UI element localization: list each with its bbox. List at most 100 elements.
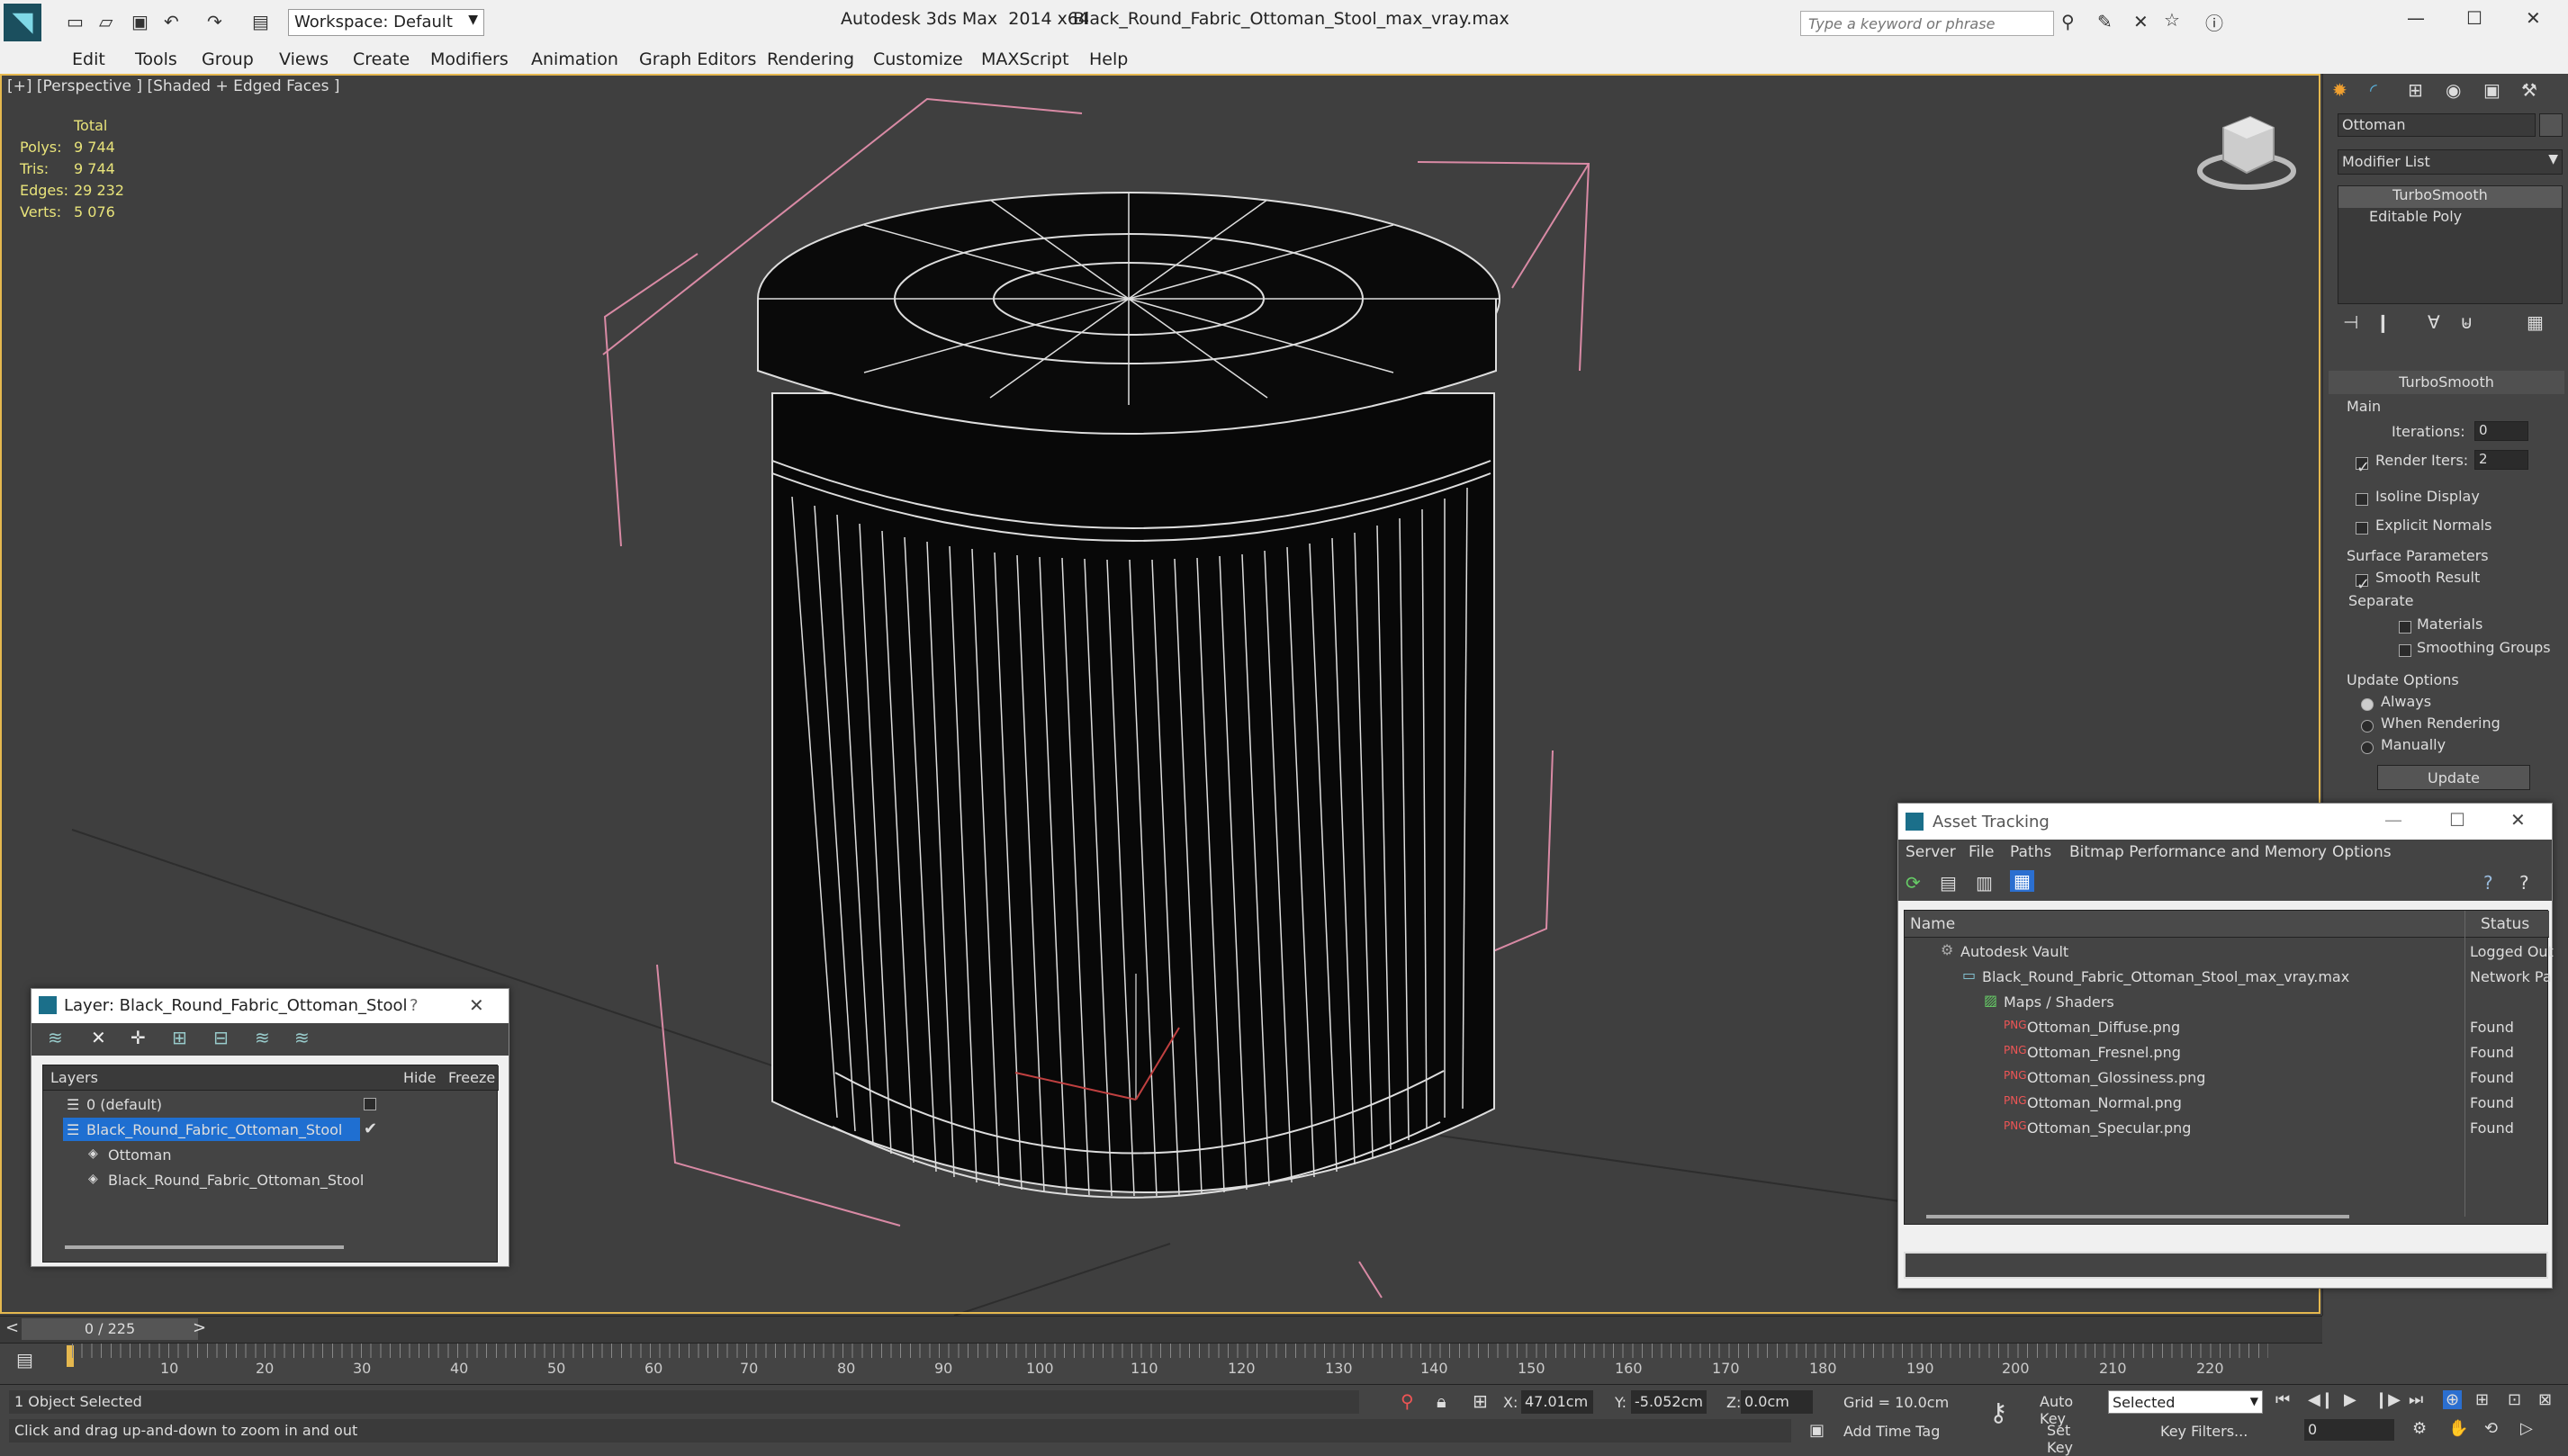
asset-row[interactable]: PNG Ottoman_Glossiness.png Found	[1905, 1065, 2549, 1091]
pin-stack-icon[interactable]: ⊣	[2343, 311, 2358, 333]
search-box[interactable]	[1800, 11, 2054, 36]
maximize-icon[interactable]: ☐	[2466, 7, 2482, 29]
time-slider[interactable]: < 0 / 225 >	[0, 1316, 2322, 1343]
frame-field[interactable]: 0	[2304, 1419, 2394, 1441]
asset-scrollbar[interactable]	[1926, 1215, 2349, 1218]
delete-layer-icon[interactable]: ✕	[91, 1027, 106, 1048]
go-to-end-icon[interactable]: ⏭	[2409, 1390, 2423, 1409]
exchange-icon[interactable]: ✕	[2133, 11, 2149, 32]
col-status[interactable]: Status	[2481, 915, 2529, 933]
menu-rendering[interactable]: Rendering	[767, 49, 854, 69]
y-coord-field[interactable]: -5.052cm	[1631, 1390, 1707, 1414]
make-unique-icon[interactable]: ∀	[2428, 311, 2440, 333]
hierarchy-tab-icon[interactable]: ⊞	[2408, 79, 2423, 101]
fov-icon[interactable]: ▷	[2520, 1419, 2533, 1438]
create-tab-icon[interactable]: ✹	[2332, 79, 2347, 101]
asset-row[interactable]: PNG Ottoman_Fresnel.png Found	[1905, 1040, 2549, 1065]
table-view-icon[interactable]: ▦	[2010, 870, 2034, 892]
play-icon[interactable]: ▶	[2344, 1390, 2356, 1409]
previous-frame-icon[interactable]: ◀❙	[2308, 1390, 2334, 1409]
asset-row[interactable]: PNG Ottoman_Diffuse.png Found	[1905, 1015, 2549, 1040]
help-icon[interactable]: ⓘ	[2205, 9, 2223, 35]
asset-menu-server[interactable]: Server	[1906, 843, 1956, 861]
layer-row[interactable]: ◈ Ottoman	[43, 1143, 499, 1168]
menu-modifiers[interactable]: Modifiers	[430, 49, 509, 69]
col-name[interactable]: Name	[1910, 915, 1955, 933]
set-key-button[interactable]: Set Key	[2043, 1419, 2103, 1456]
add-time-tag-icon[interactable]: ▣	[1809, 1421, 1825, 1440]
zoom-all-icon[interactable]: ⊞	[2475, 1390, 2489, 1409]
x-coord-field[interactable]: 47.01cm	[1521, 1390, 1593, 1414]
menu-create[interactable]: Create	[353, 49, 410, 69]
layer-help-icon[interactable]: ?	[410, 996, 419, 1015]
isolate-icon[interactable]: ⚲	[1401, 1390, 1414, 1412]
col-hide[interactable]: Hide	[403, 1069, 436, 1086]
col-freeze[interactable]: Freeze	[448, 1069, 495, 1086]
set-key-icon[interactable]: ⚷	[1989, 1398, 2008, 1427]
zoom-icon[interactable]: ⊕	[2443, 1390, 2463, 1409]
radio-when-rendering[interactable]	[2361, 716, 2374, 735]
viewport-label[interactable]: [+] [Perspective ] [Shaded + Edged Faces…	[7, 77, 339, 95]
menu-customize[interactable]: Customize	[873, 49, 963, 69]
asset-menu-options[interactable]: Options	[2332, 843, 2392, 861]
stack-item-turbosmooth[interactable]: TurboSmooth	[2338, 186, 2562, 208]
search-input[interactable]	[1801, 12, 2053, 35]
cbx-smooth-result[interactable]: ✓	[2356, 571, 2370, 594]
redo-icon[interactable]: ↷	[207, 11, 222, 32]
maximize-icon[interactable]: ☐	[2449, 809, 2465, 831]
layer-row[interactable]: ◈ Black_Round_Fabric_Ottoman_Stool	[43, 1168, 499, 1193]
refresh-icon[interactable]: ⟳	[1906, 872, 1921, 894]
modify-tab-icon[interactable]: ◜	[2370, 79, 2377, 101]
help-icon[interactable]: ?	[2483, 872, 2493, 894]
open-file-icon[interactable]: ▱	[99, 11, 113, 32]
layer-window-titlebar[interactable]: Layer: Black_Round_Fabric_Ottoman_Stool …	[32, 989, 509, 1023]
orbit-icon[interactable]: ⟲	[2484, 1419, 2498, 1438]
object-color-swatch[interactable]	[2539, 113, 2563, 137]
menu-tools[interactable]: Tools	[135, 49, 177, 69]
time-config-icon[interactable]: ⚙	[2412, 1419, 2427, 1438]
communication-icon[interactable]: ✎	[2097, 11, 2113, 32]
iterations-spinner[interactable]: 0	[2474, 421, 2528, 441]
col-layers[interactable]: Layers	[50, 1069, 98, 1086]
undo-icon[interactable]: ↶	[164, 11, 179, 32]
asset-row[interactable]: ▭ Black_Round_Fabric_Ottoman_Stool_max_v…	[1905, 965, 2552, 990]
pan-icon[interactable]: ✋	[2448, 1419, 2468, 1438]
highlight-layer-icon[interactable]: ⊟	[213, 1027, 229, 1048]
cbx-materials[interactable]	[2399, 617, 2411, 636]
turbosmooth-rollout-header[interactable]: TurboSmooth	[2329, 371, 2564, 394]
cbx-render-iters[interactable]: ✓	[2356, 454, 2370, 477]
save-file-icon[interactable]: ▣	[131, 11, 149, 32]
time-slider-thumb[interactable]: 0 / 225	[22, 1318, 198, 1340]
menu-edit[interactable]: Edit	[72, 49, 105, 69]
menu-animation[interactable]: Animation	[531, 49, 618, 69]
close-icon[interactable]: ✕	[469, 994, 484, 1016]
binoculars-icon[interactable]: ⚲	[2061, 11, 2075, 32]
menu-views[interactable]: Views	[279, 49, 329, 69]
show-end-result-icon[interactable]: ❙	[2375, 311, 2391, 333]
asset-window-titlebar[interactable]: Asset Tracking — ☐ ✕	[1898, 804, 2552, 840]
radio-always[interactable]	[2361, 695, 2374, 714]
asset-row[interactable]: ▨ Maps / Shaders	[1905, 990, 2549, 1015]
remove-modifier-icon[interactable]: ⊌	[2460, 311, 2473, 333]
close-icon[interactable]: ✕	[2526, 7, 2541, 29]
mini-curve-editor-icon[interactable]: ▤	[16, 1349, 33, 1371]
minimize-icon[interactable]: —	[2407, 7, 2425, 29]
menu-help[interactable]: Help	[1089, 49, 1128, 69]
time-slider-next-icon[interactable]: >	[193, 1318, 206, 1337]
current-layer-box[interactable]	[364, 1098, 376, 1110]
render-iters-spinner[interactable]: 2	[2474, 450, 2528, 470]
absolute-mode-icon[interactable]: ⊞	[1473, 1390, 1488, 1412]
checkmark-icon[interactable]: ✔	[364, 1119, 377, 1138]
hide-all-icon[interactable]: ≋	[255, 1027, 270, 1048]
menu-maxscript[interactable]: MAXScript	[981, 49, 1069, 69]
asset-path-field[interactable]	[1904, 1252, 2548, 1279]
zoom-extents-icon[interactable]: ⊡	[2508, 1390, 2521, 1409]
motion-tab-icon[interactable]: ◉	[2446, 79, 2461, 101]
cbx-explicit[interactable]	[2356, 518, 2368, 537]
auto-key-button[interactable]: Auto Key	[2036, 1390, 2103, 1427]
key-filters-button[interactable]: Key Filters...	[2160, 1423, 2248, 1440]
freeze-all-icon[interactable]: ≋	[294, 1027, 310, 1048]
add-to-layer-icon[interactable]: ✛	[131, 1027, 146, 1048]
maximize-viewport-icon[interactable]: ⊠	[2538, 1390, 2552, 1409]
object-name-field[interactable]: Ottoman	[2338, 113, 2536, 137]
